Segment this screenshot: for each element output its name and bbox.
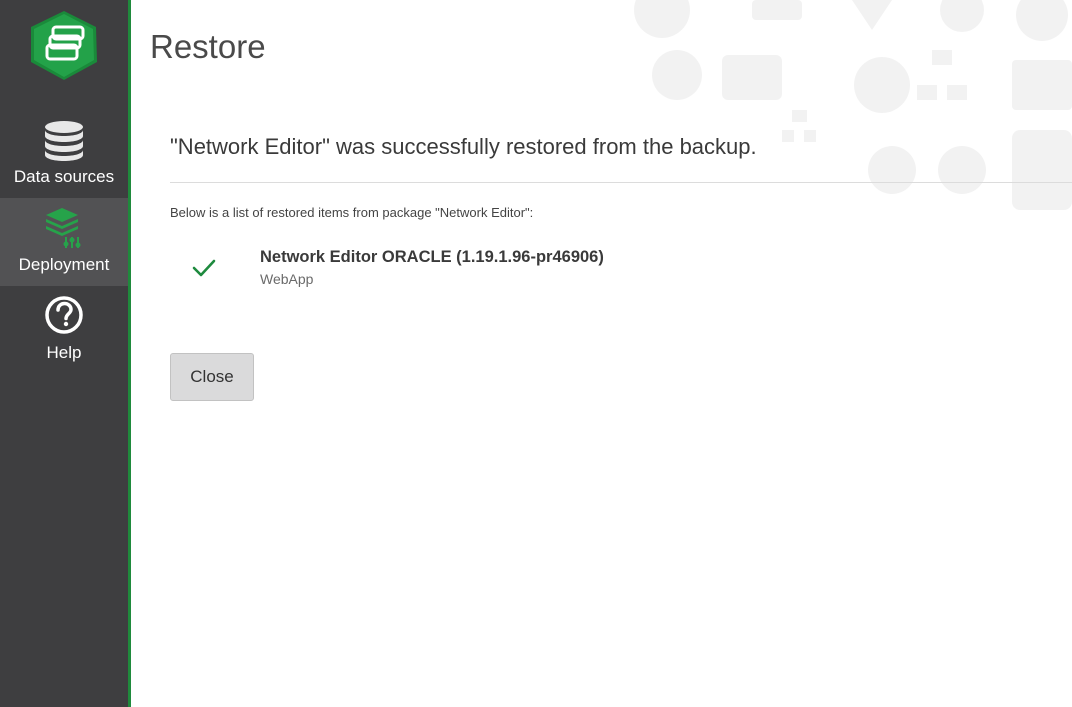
sidebar-item-label: Help <box>46 343 82 362</box>
divider <box>170 182 1072 183</box>
app-logo[interactable] <box>0 0 128 110</box>
sidebar-item-label: Data sources <box>13 167 115 186</box>
sidebar: Data sources Deployment Help <box>0 0 128 707</box>
sidebar-item-label: Deployment <box>18 255 110 274</box>
page-title: Restore <box>150 28 266 65</box>
main-content: Restore "Network Editor" was successfull… <box>131 0 1072 707</box>
check-icon <box>192 259 216 277</box>
deployment-layers-icon <box>46 208 81 248</box>
app-window: Data sources Deployment Help Restore "Ne… <box>0 0 1072 707</box>
sidebar-item-deployment[interactable]: Deployment <box>0 198 128 286</box>
sidebar-item-help[interactable]: Help <box>0 286 128 374</box>
help-circle-icon <box>45 296 83 334</box>
background-pattern-icon <box>634 0 1072 210</box>
item-type: WebApp <box>260 271 314 287</box>
item-name: Network Editor ORACLE (1.19.1.96-pr46906… <box>260 248 604 266</box>
success-message: "Network Editor" was successfully restor… <box>170 134 757 159</box>
list-intro-text: Below is a list of restored items from p… <box>170 205 534 220</box>
database-icon <box>45 121 83 161</box>
sidebar-item-data-sources[interactable]: Data sources <box>0 110 128 198</box>
stacked-layers-logo-icon <box>31 11 97 80</box>
close-button[interactable]: Close <box>170 353 254 401</box>
